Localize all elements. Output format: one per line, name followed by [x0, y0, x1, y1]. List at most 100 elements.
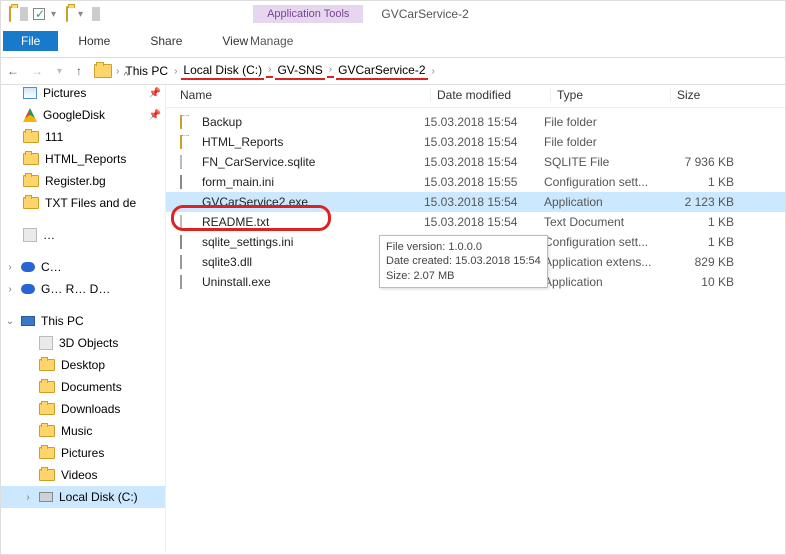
column-headers[interactable]: Name Date modified Type Size	[166, 82, 785, 108]
file-name: form_main.ini	[202, 175, 274, 189]
col-size[interactable]: Size	[670, 88, 750, 102]
breadcrumb[interactable]: › This PC › Local Disk (C:) › GV-SNS › G…	[90, 62, 437, 80]
sidebar-label: GoogleDisk	[43, 108, 105, 122]
sidebar-item[interactable]: 111	[1, 126, 165, 148]
file-row[interactable]: form_main.ini15.03.2018 15:55Configurati…	[166, 172, 785, 192]
tooltip-line: Size: 2.07 MB	[386, 269, 541, 283]
sidebar-label: Register.bg	[45, 174, 106, 188]
file-name: GVCarService2.exe	[202, 195, 308, 209]
file-row[interactable]: README.txt15.03.2018 15:54Text Document1…	[166, 212, 785, 232]
col-name[interactable]: Name	[180, 88, 430, 102]
crumb-gvcarservice[interactable]: GVCarService-2	[336, 62, 427, 80]
sidebar-item[interactable]: TXT Files and de	[1, 192, 165, 214]
file-size: 2 123 KB	[664, 195, 744, 209]
folder-icon	[39, 469, 55, 481]
sidebar-item-this-pc[interactable]: ⌄ This PC	[1, 310, 165, 332]
chevron-right-icon[interactable]: ›	[172, 66, 179, 77]
file-type: File folder	[544, 135, 664, 149]
chevron-right-icon[interactable]: ›	[266, 64, 273, 78]
sidebar-item-truncated[interactable]: …	[1, 224, 165, 246]
sidebar-item-local-disk-c-[interactable]: ›Local Disk (C:)	[1, 486, 165, 508]
tab-manage[interactable]: Manage	[230, 31, 313, 51]
tooltip-line: File version: 1.0.0.0	[386, 240, 541, 254]
chevron-right-icon[interactable]: ›	[327, 64, 334, 78]
chevron-right-icon[interactable]: ›	[5, 284, 15, 295]
back-button[interactable]: ←	[7, 64, 19, 78]
file-date: 15.03.2018 15:54	[424, 195, 544, 209]
chevron-right-icon[interactable]: ›	[114, 66, 121, 77]
file-type: Configuration sett...	[544, 175, 664, 189]
col-type[interactable]: Type	[550, 88, 670, 102]
sidebar-item-cloud[interactable]: › C…	[1, 256, 165, 278]
file-name: README.txt	[202, 215, 269, 229]
file-type: SQLITE File	[544, 155, 664, 169]
forward-button[interactable]: →	[31, 64, 43, 78]
navigation-pane[interactable]: Pictures 📌 GoogleDisk 📌 111 HTML_Reports Regis…	[1, 82, 166, 551]
sidebar-item[interactable]: Pictures 📌	[1, 82, 165, 104]
qat-chevron-icon[interactable]: ▾	[74, 7, 87, 22]
chevron-down-icon[interactable]: ▾	[47, 7, 60, 22]
file-row[interactable]: HTML_Reports15.03.2018 15:54File folder	[166, 132, 785, 152]
sidebar-label: TXT Files and de	[45, 196, 136, 210]
tab-manage-wrap: Manage	[230, 31, 313, 51]
checkbox-properties[interactable]: ✓	[33, 8, 45, 20]
pin-icon: 📌	[149, 88, 161, 99]
file-row[interactable]: GVCarService2.exe15.03.2018 15:54Applica…	[166, 192, 785, 212]
sidebar-label: Pictures	[61, 446, 104, 460]
file-size: 1 KB	[664, 235, 744, 249]
sidebar-item-desktop[interactable]: Desktop	[1, 354, 165, 376]
file-row[interactable]: Backup15.03.2018 15:54File folder	[166, 112, 785, 132]
folder-icon	[23, 131, 39, 143]
sidebar-item-pictures[interactable]: Pictures	[1, 442, 165, 464]
sidebar-item-3d-objects[interactable]: 3D Objects	[1, 332, 165, 354]
sidebar-item-downloads[interactable]: Downloads	[1, 398, 165, 420]
sidebar-item[interactable]: GoogleDisk 📌	[1, 104, 165, 126]
tooltip-line: Date created: 15.03.2018 15:54	[386, 254, 541, 268]
chevron-right-icon[interactable]: ›	[23, 492, 33, 503]
sidebar-item-music[interactable]: Music	[1, 420, 165, 442]
disk-icon	[39, 492, 53, 502]
sidebar-item-cloud[interactable]: ›G… R… D…	[1, 278, 165, 300]
chevron-right-icon[interactable]: ›	[5, 262, 15, 273]
sidebar-item-documents[interactable]: Documents	[1, 376, 165, 398]
folder-open-icon[interactable]	[62, 5, 72, 23]
sidebar-label: This PC	[41, 314, 84, 328]
chevron-down-icon[interactable]: ⌄	[5, 316, 15, 327]
sidebar-label: C…	[41, 260, 62, 274]
folder-icon	[39, 359, 55, 371]
tab-home[interactable]: Home	[58, 31, 130, 51]
tab-share[interactable]: Share	[130, 31, 202, 51]
crumb-gv-sns[interactable]: GV-SNS	[275, 62, 324, 80]
sidebar-item[interactable]: HTML_Reports	[1, 148, 165, 170]
pin-icon: 📌	[149, 110, 161, 121]
file-name: sqlite_settings.ini	[202, 235, 293, 249]
context-tab-label: Application Tools	[253, 5, 363, 23]
pictures-icon	[23, 87, 37, 99]
config-file-icon	[180, 235, 182, 249]
sidebar-item-videos[interactable]: Videos	[1, 464, 165, 486]
tab-file[interactable]: File	[3, 31, 58, 51]
file-size: 10 KB	[664, 275, 744, 289]
main-area: Pictures 📌 GoogleDisk 📌 111 HTML_Reports Regis…	[1, 82, 785, 551]
sidebar-item[interactable]: Register.bg	[1, 170, 165, 192]
col-date[interactable]: Date modified	[430, 88, 550, 102]
chevron-right-icon[interactable]: ›	[430, 66, 437, 77]
sidebar-label: Pictures	[43, 86, 86, 100]
up-button[interactable]: ↑	[76, 64, 82, 78]
sidebar-label: Desktop	[61, 358, 105, 372]
file-date: 15.03.2018 15:54	[424, 115, 544, 129]
pc-icon	[21, 316, 35, 326]
folder-icon	[39, 381, 55, 393]
crumb-this-pc[interactable]: This PC	[123, 63, 170, 79]
sidebar-label: HTML_Reports	[45, 152, 126, 166]
file-row[interactable]: FN_CarService.sqlite15.03.2018 15:54SQLI…	[166, 152, 785, 172]
sidebar-label: Music	[61, 424, 92, 438]
folder-icon[interactable]	[5, 5, 15, 23]
history-dropdown-icon[interactable]: ▾	[55, 66, 64, 77]
folder-icon	[23, 175, 39, 187]
crumb-local-disk[interactable]: Local Disk (C:)	[181, 62, 264, 80]
dll-icon	[180, 255, 182, 269]
title-bar: ✓ ▾ ▾ Application Tools GVCarService-2	[1, 1, 785, 27]
folder-icon	[39, 403, 55, 415]
file-size: 1 KB	[664, 175, 744, 189]
